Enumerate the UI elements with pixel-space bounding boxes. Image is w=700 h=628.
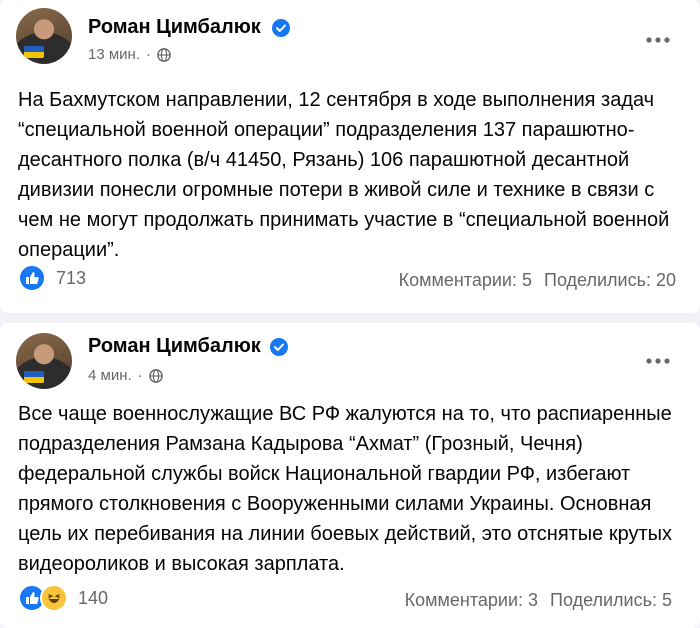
post-time[interactable]: 13 мин.	[88, 46, 140, 63]
reactions-summary[interactable]: 140	[18, 584, 108, 612]
comments-count[interactable]: Комментарии: 5	[399, 270, 532, 291]
post-meta: 13 мин. ·	[88, 46, 171, 63]
author-name[interactable]: Роман Цимбалюк	[88, 16, 261, 39]
globe-icon[interactable]	[148, 368, 163, 383]
post-time[interactable]: 4 мин.	[88, 367, 132, 384]
avatar[interactable]	[16, 8, 72, 64]
flag-badge-icon	[24, 46, 44, 58]
post-text: Все чаще военнослужащие ВС РФ жалуются н…	[18, 403, 673, 575]
avatar[interactable]	[16, 333, 72, 389]
post-stats: Комментарии: 5 Поделились: 20	[399, 270, 676, 291]
post-text: На Бахмутском направлении, 12 сентября в…	[18, 89, 670, 261]
author-name[interactable]: Роман Цимбалюк	[88, 335, 261, 358]
reactions-count[interactable]: 713	[56, 268, 86, 289]
comments-count[interactable]: Комментарии: 3	[405, 590, 538, 611]
like-icon	[18, 264, 46, 292]
post-card: Роман Цимбалюк 4 мин. · Все чаще военнос…	[0, 323, 700, 628]
meta-separator: ·	[137, 367, 143, 384]
post-meta: 4 мин. ·	[88, 367, 163, 384]
shares-count[interactable]: Поделились: 20	[544, 270, 676, 291]
meta-separator: ·	[146, 46, 151, 63]
flag-badge-icon	[24, 371, 44, 383]
verified-badge-icon	[270, 338, 288, 356]
verified-badge-icon	[272, 19, 290, 37]
more-options-icon[interactable]	[644, 30, 672, 50]
post-stats: Комментарии: 3 Поделились: 5	[405, 590, 672, 611]
reactions-summary[interactable]: 713	[18, 264, 86, 292]
haha-icon	[40, 584, 68, 612]
reactions-count[interactable]: 140	[78, 588, 108, 609]
more-options-icon[interactable]	[644, 351, 672, 371]
shares-count[interactable]: Поделились: 5	[550, 590, 672, 611]
post-card: Роман Цимбалюк 13 мин. · На Бахмутском н…	[0, 0, 700, 313]
globe-icon[interactable]	[157, 47, 171, 62]
